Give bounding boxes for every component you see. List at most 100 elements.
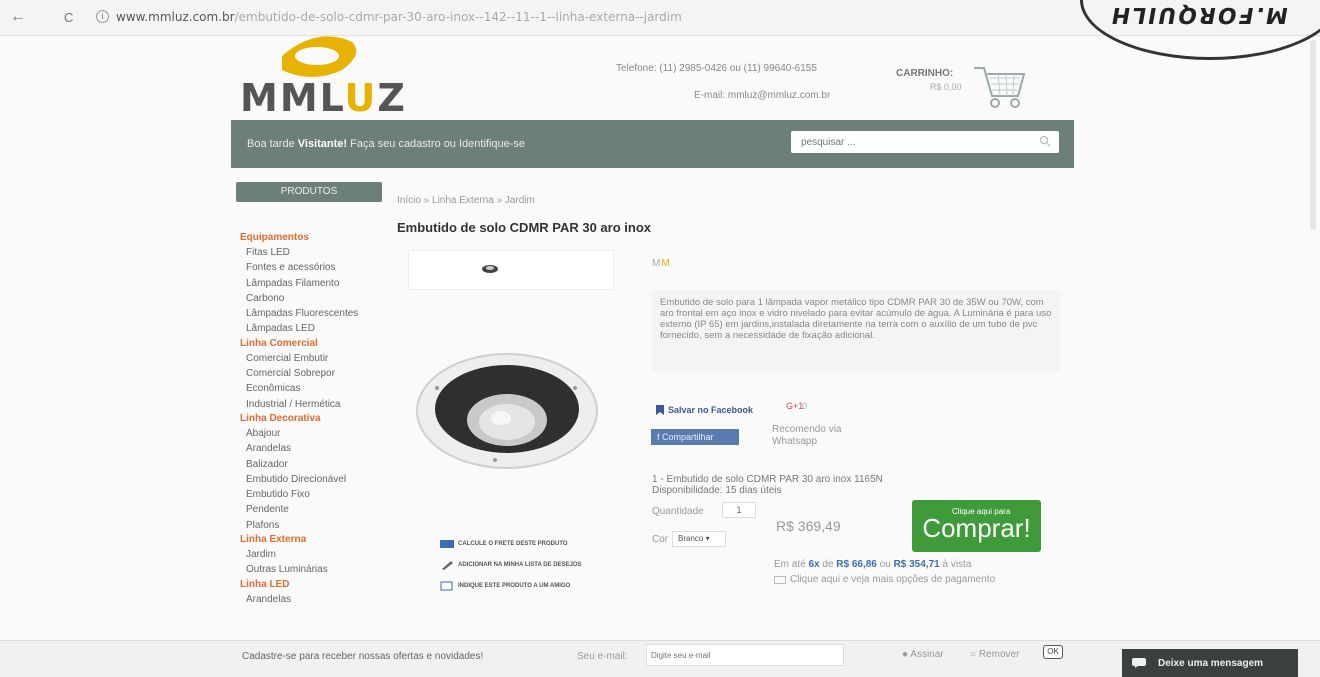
leave-message-button[interactable]: Deixe uma mensagem [1122, 649, 1298, 677]
shipping-calc-link[interactable]: Calcule o frete deste produto [440, 533, 582, 554]
whatsapp-recommend-link[interactable]: Recomendo via Whatsapp [772, 424, 841, 448]
chat-icon [1132, 658, 1146, 668]
newsletter-label: Cadastre-se para receber nossas ofertas … [242, 651, 484, 662]
back-arrow-icon[interactable]: ← [10, 9, 26, 25]
product-price: R$ 369,49 [776, 518, 841, 534]
sidebar-item[interactable]: Jardim [240, 547, 390, 562]
sidebar-item[interactable]: Fontes e acessórios [240, 260, 390, 275]
page-scrollbar[interactable] [1310, 40, 1316, 230]
sidebar-item[interactable]: Arandelas [240, 441, 390, 456]
greeting-signup-link[interactable]: Faça seu cadastro ou Identifique-se [350, 138, 525, 150]
sidebar-item[interactable]: Fitas LED [240, 245, 390, 260]
sidebar-item[interactable]: Pendente [240, 502, 390, 517]
color-select-value: Branco [678, 534, 704, 543]
search-box [791, 131, 1059, 153]
sidebar-item[interactable]: Lâmpadas Filamento [240, 276, 390, 291]
chevron-down-icon: ▾ [705, 534, 710, 543]
logo-text-a: MML [240, 76, 345, 120]
greeting-prefix: Boa tarde [247, 138, 295, 150]
url-path: /embutido-de-solo-cdmr-par-30-aro-inox--… [234, 10, 682, 24]
sidebar-item[interactable]: Carbono [240, 291, 390, 306]
quantity-input[interactable] [722, 502, 756, 518]
wishlist-link[interactable]: Adicionar na minha lista de desejos [440, 554, 582, 575]
shipping-calc-label: Calcule o frete deste produto [458, 540, 568, 547]
product-variant: 1 - Embutido de solo CDMR PAR 30 aro ino… [652, 474, 883, 496]
product-title: Embutido de solo CDMR PAR 30 aro inox [397, 220, 652, 235]
pencil-icon [442, 560, 453, 570]
contact-email[interactable]: E-mail: mmluz@mmluz.com.br [694, 90, 830, 101]
category-linha-decorativa[interactable]: Linha Decorativa [240, 412, 390, 426]
product-description: Embutido de solo para 1 lâmpada vapor me… [652, 290, 1060, 372]
facebook-save-button[interactable]: Salvar no Facebook [656, 405, 753, 415]
cash-price: R$ 354,71 [893, 559, 940, 570]
breadcrumb[interactable]: Início » Linha Externa » Jardim [397, 195, 535, 206]
installments-value: R$ 66,86 [836, 559, 877, 570]
color-select[interactable]: Branco ▾ [672, 531, 726, 547]
sidebar-item[interactable]: Comercial Embutir [240, 351, 390, 366]
sidebar-item[interactable]: Balizador [240, 457, 390, 472]
product-thumbnail-strip [408, 250, 614, 290]
payment-options-label: Clique aqui e veja mais opções de pagame… [790, 574, 996, 585]
sidebar-item[interactable]: Econômicas [240, 381, 390, 396]
color-label: Cor [652, 534, 669, 545]
subscribe-label: Assinar [910, 649, 944, 660]
buy-button-label: Comprar! [922, 513, 1031, 543]
url-domain: www.mmluz.com.br [116, 10, 235, 24]
logo-text-b: U [344, 76, 378, 120]
installments-info: Em até 6x de R$ 66,86 ou R$ 354,71 à vis… [774, 559, 971, 570]
cash-suffix: à vista [942, 559, 972, 570]
sidebar-item[interactable]: Lâmpadas Fluorescentes [240, 306, 390, 321]
sidebar-item[interactable]: Embutido Fixo [240, 487, 390, 502]
sidebar-item[interactable]: Outras Luminárias [240, 562, 390, 577]
newsletter-email-input[interactable] [646, 644, 844, 666]
search-icon[interactable] [1039, 135, 1051, 147]
recommend-link[interactable]: Indique este produto a um amigo [440, 575, 582, 596]
reload-icon[interactable]: C [64, 10, 73, 26]
sidebar-item[interactable]: Lâmpadas LED [240, 321, 390, 336]
address-bar[interactable]: www.mmluz.com.br/embutido-de-solo-cdmr-p… [116, 10, 682, 24]
truck-icon [440, 539, 454, 548]
send-icon [440, 581, 453, 590]
category-linha-led[interactable]: Linha LED [240, 578, 390, 592]
gplus-count: 0 [802, 401, 808, 411]
site-info-icon[interactable]: i [96, 10, 109, 23]
remove-radio[interactable]: ○ Remover [970, 649, 1019, 660]
logo-text-c: Z [377, 76, 407, 120]
products-menu-header: PRODUTOS [236, 182, 382, 202]
remove-label: Remover [978, 649, 1020, 660]
facebook-share-label: Compartilhar [662, 432, 714, 442]
subscribe-radio[interactable]: ● Assinar [902, 649, 944, 660]
gplus-button[interactable]: G+1 [786, 401, 803, 411]
newsletter-footer: Cadastre-se para receber nossas ofertas … [0, 640, 1320, 677]
cart-label[interactable]: CARRINHO: [896, 68, 953, 79]
sidebar-item[interactable]: Arandelas [240, 592, 390, 607]
sidebar-item[interactable]: Comercial Sobrepor [240, 366, 390, 381]
category-linha-externa[interactable]: Linha Externa [240, 533, 390, 547]
shopping-cart-icon[interactable] [970, 58, 1028, 114]
payment-options-link[interactable]: Clique aqui e veja mais opções de pagame… [774, 574, 995, 585]
search-input[interactable] [791, 131, 1021, 153]
product-thumbnail[interactable] [481, 263, 499, 273]
category-linha-comercial[interactable]: Linha Comercial [240, 337, 390, 351]
installments-de: de [822, 559, 834, 570]
category-sidebar: Equipamentos Fitas LED Fontes e acessóri… [240, 231, 390, 607]
quantity-label: Quantidade [652, 506, 704, 517]
sidebar-item[interactable]: Plafons [240, 518, 390, 533]
facebook-share-button[interactable]: f Compartilhar [651, 429, 739, 445]
variant-name: 1 - Embutido de solo CDMR PAR 30 aro ino… [652, 474, 883, 485]
wishlist-label: Adicionar na minha lista de desejos [458, 561, 582, 568]
brand-logo-a: M [652, 258, 662, 269]
buy-button[interactable]: Clique aqui para Comprar! [912, 500, 1041, 552]
product-image[interactable] [415, 352, 600, 470]
category-equipamentos[interactable]: Equipamentos [240, 231, 390, 245]
cart-value: R$ 0,00 [930, 82, 962, 92]
sidebar-item[interactable]: Abajour [240, 426, 390, 441]
greeting-text[interactable]: Boa tarde Visitante! Faça seu cadastro o… [247, 138, 525, 150]
site-logo[interactable]: MMLUZ [240, 76, 407, 120]
whatsapp-line2: Whatsapp [772, 436, 818, 447]
sidebar-item[interactable]: Embutido Direcionável [240, 472, 390, 487]
whatsapp-line1: Recomendo via [772, 424, 842, 435]
ok-button[interactable]: OK [1043, 645, 1063, 659]
sidebar-item[interactable]: Industrial / Hermética [240, 397, 390, 412]
credit-card-icon [774, 575, 786, 584]
